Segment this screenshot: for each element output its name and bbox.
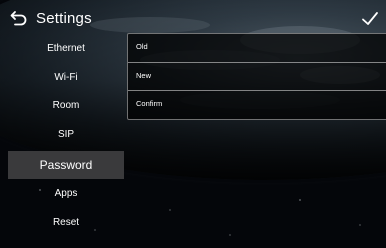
old-password-field[interactable]: Old <box>128 34 386 62</box>
sidebar-item-password[interactable]: Password <box>8 151 124 179</box>
sidebar-item-apps[interactable]: Apps <box>8 180 124 208</box>
sidebar-item-sip[interactable]: SIP <box>8 121 124 149</box>
confirm-password-input[interactable] <box>172 97 372 113</box>
sidebar-item-room[interactable]: Room <box>8 92 124 120</box>
confirm-password-label: Confirm <box>136 99 163 108</box>
old-password-input[interactable] <box>172 40 372 56</box>
sidebar-item-reset[interactable]: Reset <box>8 209 124 237</box>
new-password-field[interactable]: New <box>128 63 386 91</box>
settings-screen: Settings Ethernet Wi-Fi Room SIP Passwor… <box>0 0 386 248</box>
new-password-label: New <box>136 71 152 80</box>
sidebar-item-wifi[interactable]: Wi-Fi <box>8 64 124 92</box>
settings-sidebar: Ethernet Wi-Fi Room SIP Password Apps Re… <box>0 34 126 248</box>
sidebar-item-ethernet[interactable]: Ethernet <box>8 35 124 63</box>
page-title: Settings <box>36 10 92 27</box>
confirm-password-field[interactable]: Confirm <box>128 91 386 119</box>
back-arrow-icon[interactable] <box>9 8 29 28</box>
old-password-label: Old <box>136 42 148 51</box>
password-form: Old New Confirm <box>127 33 386 120</box>
checkmark-icon[interactable] <box>360 9 380 29</box>
new-password-input[interactable] <box>172 69 372 85</box>
